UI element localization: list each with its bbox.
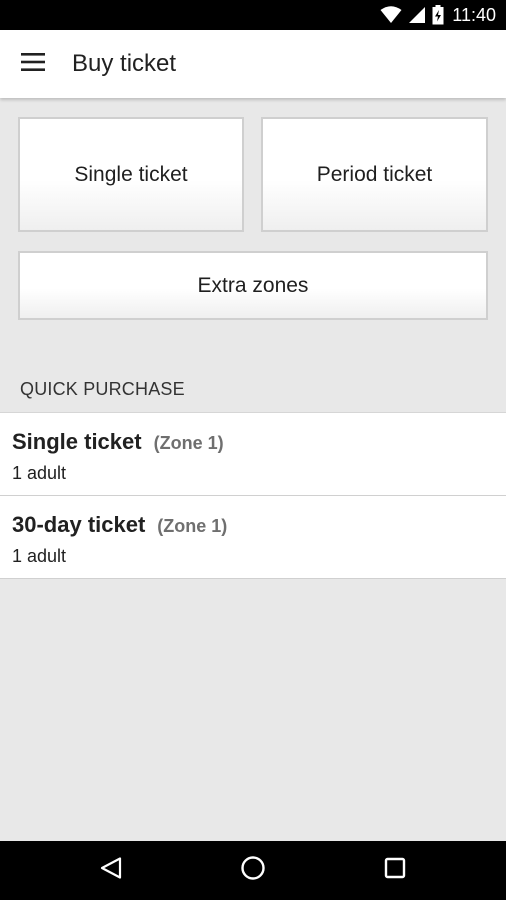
status-icons	[380, 5, 444, 25]
quick-purchase-title-row: 30-day ticket (Zone 1)	[12, 512, 494, 538]
extra-zones-button[interactable]: Extra zones	[18, 251, 488, 320]
wifi-icon	[380, 6, 402, 24]
status-bar: 11:40	[0, 0, 506, 30]
period-ticket-label: Period ticket	[316, 162, 433, 186]
period-ticket-button[interactable]: Period ticket	[261, 117, 488, 232]
status-time: 11:40	[452, 4, 496, 25]
navigation-bar	[0, 841, 506, 900]
battery-charging-icon	[432, 5, 444, 25]
extra-zones-label: Extra zones	[197, 273, 309, 297]
cell-signal-icon	[408, 6, 426, 24]
quick-purchase-header: QUICK PURCHASE	[20, 379, 185, 399]
recents-button[interactable]	[355, 841, 435, 900]
hamburger-menu-icon	[21, 52, 45, 76]
ticket-zone: (Zone 1)	[153, 433, 224, 453]
ticket-name: 30-day ticket	[12, 512, 146, 537]
page-title: Buy ticket	[72, 50, 177, 77]
single-ticket-button[interactable]: Single ticket	[18, 117, 244, 232]
quick-purchase-item[interactable]: Single ticket (Zone 1) 1 adult	[0, 413, 506, 496]
back-icon	[99, 856, 123, 885]
ticket-zone: (Zone 1)	[157, 516, 228, 536]
ticket-passengers: 1 adult	[12, 546, 67, 566]
back-button[interactable]	[71, 841, 151, 900]
quick-purchase-item[interactable]: 30-day ticket (Zone 1) 1 adult	[0, 496, 506, 579]
ticket-passengers: 1 adult	[12, 463, 67, 483]
recents-icon	[384, 857, 406, 884]
app-bar: Buy ticket	[0, 30, 506, 98]
home-button[interactable]	[213, 841, 293, 900]
home-icon	[240, 855, 266, 886]
quick-purchase-list: Single ticket (Zone 1) 1 adult 30-day ti…	[0, 412, 506, 579]
single-ticket-label: Single ticket	[74, 162, 188, 186]
quick-purchase-title-row: Single ticket (Zone 1)	[12, 429, 494, 455]
menu-button[interactable]	[0, 30, 68, 98]
ticket-name: Single ticket	[12, 429, 142, 454]
